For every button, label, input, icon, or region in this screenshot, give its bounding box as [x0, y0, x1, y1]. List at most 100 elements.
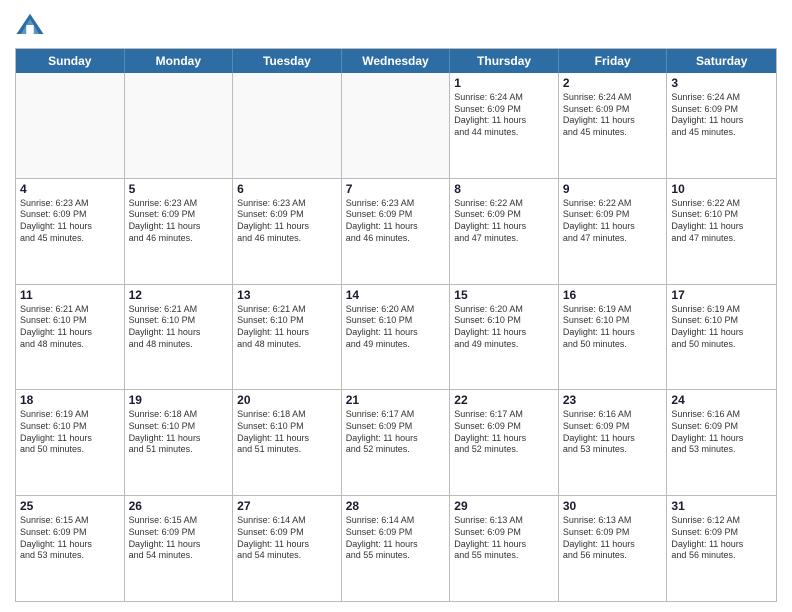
day-number: 11 [20, 288, 120, 302]
day-number: 26 [129, 499, 229, 513]
header-day-thursday: Thursday [450, 49, 559, 73]
day-cell-27: 27 Sunrise: 6:14 AM Sunset: 6:09 PM Dayli… [233, 496, 342, 601]
day-number: 31 [671, 499, 772, 513]
day-cell-15: 15 Sunrise: 6:20 AM Sunset: 6:10 PM Dayli… [450, 285, 559, 390]
header-day-monday: Monday [125, 49, 234, 73]
calendar-row-0: 1 Sunrise: 6:24 AM Sunset: 6:09 PM Daylig… [16, 73, 776, 178]
cell-content: Sunrise: 6:23 AM Sunset: 6:09 PM Dayligh… [129, 198, 229, 245]
day-cell-23: 23 Sunrise: 6:16 AM Sunset: 6:09 PM Dayli… [559, 390, 668, 495]
cell-content: Sunrise: 6:21 AM Sunset: 6:10 PM Dayligh… [20, 304, 120, 351]
empty-cell [342, 73, 451, 178]
day-number: 27 [237, 499, 337, 513]
day-number: 3 [671, 76, 772, 90]
cell-content: Sunrise: 6:24 AM Sunset: 6:09 PM Dayligh… [563, 92, 663, 139]
day-number: 9 [563, 182, 663, 196]
day-number: 19 [129, 393, 229, 407]
day-number: 12 [129, 288, 229, 302]
cell-content: Sunrise: 6:16 AM Sunset: 6:09 PM Dayligh… [671, 409, 772, 456]
day-cell-26: 26Sunrise: 6:15 AM Sunset: 6:09 PM Dayli… [125, 496, 234, 601]
calendar-row-2: 11 Sunrise: 6:21 AM Sunset: 6:10 PM Dayli… [16, 284, 776, 390]
day-number: 14 [346, 288, 446, 302]
calendar-row-1: 4 Sunrise: 6:23 AM Sunset: 6:09 PM Daylig… [16, 178, 776, 284]
calendar-row-3: 18 Sunrise: 6:19 AM Sunset: 6:10 PM Dayli… [16, 389, 776, 495]
day-number: 30 [563, 499, 663, 513]
cell-content: Sunrise: 6:21 AM Sunset: 6:10 PM Dayligh… [237, 304, 337, 351]
cell-content: Sunrise: 6:23 AM Sunset: 6:09 PM Dayligh… [237, 198, 337, 245]
day-cell-3: 3 Sunrise: 6:24 AM Sunset: 6:09 PM Daylig… [667, 73, 776, 178]
day-cell-4: 4 Sunrise: 6:23 AM Sunset: 6:09 PM Daylig… [16, 179, 125, 284]
day-cell-5: 5 Sunrise: 6:23 AM Sunset: 6:09 PM Daylig… [125, 179, 234, 284]
day-cell-29: 29Sunrise: 6:13 AM Sunset: 6:09 PM Dayli… [450, 496, 559, 601]
cell-content: Sunrise: 6:15 AM Sunset: 6:09 PM Dayligh… [20, 515, 120, 562]
day-cell-8: 8 Sunrise: 6:22 AM Sunset: 6:09 PM Daylig… [450, 179, 559, 284]
calendar: SundayMondayTuesdayWednesdayThursdayFrid… [15, 48, 777, 602]
header-day-wednesday: Wednesday [342, 49, 451, 73]
cell-content: Sunrise: 6:22 AM Sunset: 6:09 PM Dayligh… [454, 198, 554, 245]
day-number: 17 [671, 288, 772, 302]
day-number: 24 [671, 393, 772, 407]
day-number: 1 [454, 76, 554, 90]
day-cell-30: 30 Sunrise: 6:13 AM Sunset: 6:09 PM Dayli… [559, 496, 668, 601]
day-cell-24: 24 Sunrise: 6:16 AM Sunset: 6:09 PM Dayli… [667, 390, 776, 495]
day-number: 25 [20, 499, 120, 513]
day-number: 16 [563, 288, 663, 302]
day-cell-2: 2Sunrise: 6:24 AM Sunset: 6:09 PM Daylig… [559, 73, 668, 178]
day-number: 10 [671, 182, 772, 196]
logo-icon [15, 10, 45, 40]
day-number: 23 [563, 393, 663, 407]
calendar-row-4: 25 Sunrise: 6:15 AM Sunset: 6:09 PM Dayli… [16, 495, 776, 601]
day-cell-17: 17 Sunrise: 6:19 AM Sunset: 6:10 PM Dayli… [667, 285, 776, 390]
cell-content: Sunrise: 6:24 AM Sunset: 6:09 PM Dayligh… [671, 92, 772, 139]
day-number: 22 [454, 393, 554, 407]
empty-cell [233, 73, 342, 178]
cell-content: Sunrise: 6:20 AM Sunset: 6:10 PM Dayligh… [454, 304, 554, 351]
day-number: 13 [237, 288, 337, 302]
day-cell-9: 9 Sunrise: 6:22 AM Sunset: 6:09 PM Daylig… [559, 179, 668, 284]
cell-content: Sunrise: 6:22 AM Sunset: 6:10 PM Dayligh… [671, 198, 772, 245]
cell-content: Sunrise: 6:24 AM Sunset: 6:09 PM Dayligh… [454, 92, 554, 139]
cell-content: Sunrise: 6:18 AM Sunset: 6:10 PM Dayligh… [129, 409, 229, 456]
cell-content: Sunrise: 6:14 AM Sunset: 6:09 PM Dayligh… [237, 515, 337, 562]
day-cell-21: 21 Sunrise: 6:17 AM Sunset: 6:09 PM Dayli… [342, 390, 451, 495]
calendar-body: 1 Sunrise: 6:24 AM Sunset: 6:09 PM Daylig… [16, 73, 776, 601]
cell-content: Sunrise: 6:12 AM Sunset: 6:09 PM Dayligh… [671, 515, 772, 562]
cell-content: Sunrise: 6:14 AM Sunset: 6:09 PM Dayligh… [346, 515, 446, 562]
page: SundayMondayTuesdayWednesdayThursdayFrid… [0, 0, 792, 612]
day-number: 29 [454, 499, 554, 513]
day-cell-20: 20 Sunrise: 6:18 AM Sunset: 6:10 PM Dayli… [233, 390, 342, 495]
empty-cell [125, 73, 234, 178]
day-cell-25: 25 Sunrise: 6:15 AM Sunset: 6:09 PM Dayli… [16, 496, 125, 601]
cell-content: Sunrise: 6:18 AM Sunset: 6:10 PM Dayligh… [237, 409, 337, 456]
cell-content: Sunrise: 6:17 AM Sunset: 6:09 PM Dayligh… [454, 409, 554, 456]
day-cell-22: 22 Sunrise: 6:17 AM Sunset: 6:09 PM Dayli… [450, 390, 559, 495]
header [15, 10, 777, 40]
cell-content: Sunrise: 6:19 AM Sunset: 6:10 PM Dayligh… [20, 409, 120, 456]
day-cell-28: 28 Sunrise: 6:14 AM Sunset: 6:09 PM Dayli… [342, 496, 451, 601]
day-cell-1: 1 Sunrise: 6:24 AM Sunset: 6:09 PM Daylig… [450, 73, 559, 178]
day-cell-31: 31 Sunrise: 6:12 AM Sunset: 6:09 PM Dayli… [667, 496, 776, 601]
day-cell-11: 11 Sunrise: 6:21 AM Sunset: 6:10 PM Dayli… [16, 285, 125, 390]
cell-content: Sunrise: 6:23 AM Sunset: 6:09 PM Dayligh… [20, 198, 120, 245]
day-number: 4 [20, 182, 120, 196]
day-number: 28 [346, 499, 446, 513]
day-number: 21 [346, 393, 446, 407]
cell-content: Sunrise: 6:16 AM Sunset: 6:09 PM Dayligh… [563, 409, 663, 456]
cell-content: Sunrise: 6:17 AM Sunset: 6:09 PM Dayligh… [346, 409, 446, 456]
day-number: 8 [454, 182, 554, 196]
cell-content: Sunrise: 6:21 AM Sunset: 6:10 PM Dayligh… [129, 304, 229, 351]
empty-cell [16, 73, 125, 178]
day-number: 15 [454, 288, 554, 302]
cell-content: Sunrise: 6:19 AM Sunset: 6:10 PM Dayligh… [671, 304, 772, 351]
header-day-sunday: Sunday [16, 49, 125, 73]
day-cell-12: 12 Sunrise: 6:21 AM Sunset: 6:10 PM Dayli… [125, 285, 234, 390]
logo [15, 10, 49, 40]
day-cell-7: 7Sunrise: 6:23 AM Sunset: 6:09 PM Daylig… [342, 179, 451, 284]
cell-content: Sunrise: 6:13 AM Sunset: 6:09 PM Dayligh… [563, 515, 663, 562]
cell-content: Sunrise: 6:20 AM Sunset: 6:10 PM Dayligh… [346, 304, 446, 351]
day-number: 20 [237, 393, 337, 407]
day-number: 5 [129, 182, 229, 196]
day-cell-13: 13 Sunrise: 6:21 AM Sunset: 6:10 PM Dayli… [233, 285, 342, 390]
day-number: 7 [346, 182, 446, 196]
day-number: 18 [20, 393, 120, 407]
cell-content: Sunrise: 6:22 AM Sunset: 6:09 PM Dayligh… [563, 198, 663, 245]
